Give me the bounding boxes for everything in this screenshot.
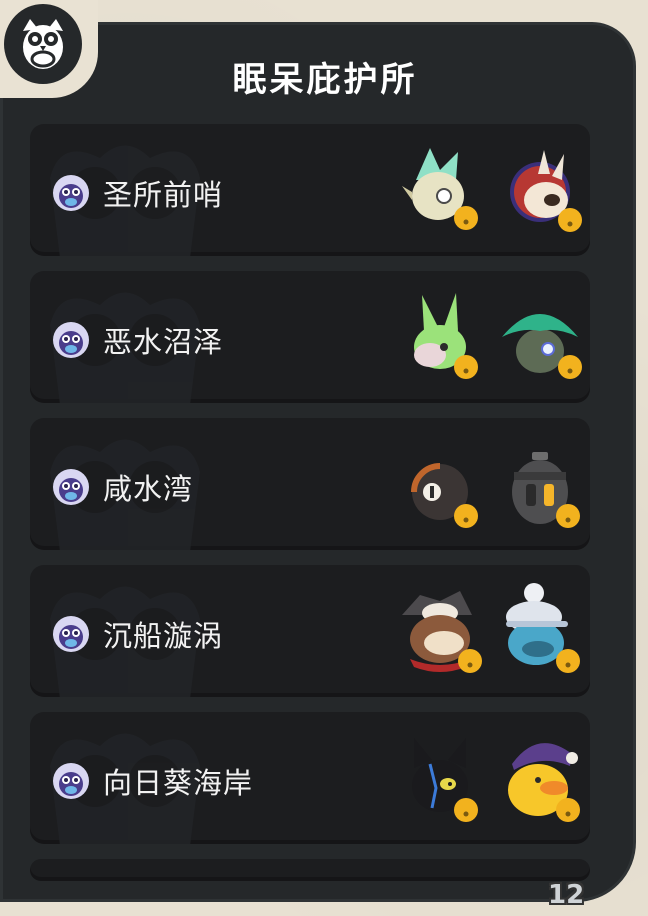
leaf-hat-pet-icon[interactable] bbox=[498, 287, 582, 383]
location-row[interactable]: 恶水沼泽 bbox=[30, 271, 590, 403]
owl-icon bbox=[4, 4, 82, 84]
skull-hat-pet-icon[interactable] bbox=[400, 581, 484, 677]
location-name: 沉船漩涡 bbox=[103, 619, 224, 653]
yellow-duck-pet-icon[interactable] bbox=[498, 728, 582, 824]
location-list: 圣所前哨 恶水沼泽 咸水湾 沉船漩涡 向日葵海岸 bbox=[30, 124, 590, 881]
lantern-pet-icon[interactable] bbox=[498, 434, 582, 530]
black-cat-pet-icon[interactable] bbox=[400, 728, 484, 824]
location-name: 圣所前哨 bbox=[103, 178, 224, 212]
rabbit-helmet-pet-icon[interactable] bbox=[498, 140, 582, 236]
page-counter: 12 bbox=[548, 880, 585, 910]
owl-location-icon bbox=[53, 175, 89, 211]
round-ball-pet-icon[interactable] bbox=[400, 434, 484, 530]
blue-cloud-pet-icon[interactable] bbox=[498, 581, 582, 677]
location-name: 恶水沼泽 bbox=[103, 325, 224, 359]
location-row[interactable]: 向日葵海岸 bbox=[30, 712, 590, 844]
location-row[interactable]: 沉船漩涡 bbox=[30, 565, 590, 697]
location-name: 咸水湾 bbox=[103, 472, 194, 506]
location-row-partial[interactable] bbox=[30, 859, 590, 881]
owl-location-icon bbox=[53, 469, 89, 505]
crested-bird-pet-icon[interactable] bbox=[400, 140, 484, 236]
location-row[interactable]: 咸水湾 bbox=[30, 418, 590, 550]
location-row[interactable]: 圣所前哨 bbox=[30, 124, 590, 256]
green-bunny-pet-icon[interactable] bbox=[400, 287, 484, 383]
panel-title: 眠呆庇护所 bbox=[232, 60, 418, 100]
owl-location-icon bbox=[53, 763, 89, 799]
location-name: 向日葵海岸 bbox=[103, 766, 254, 800]
owl-location-icon bbox=[53, 616, 89, 652]
owl-badge bbox=[0, 0, 98, 98]
owl-location-icon bbox=[53, 322, 89, 358]
